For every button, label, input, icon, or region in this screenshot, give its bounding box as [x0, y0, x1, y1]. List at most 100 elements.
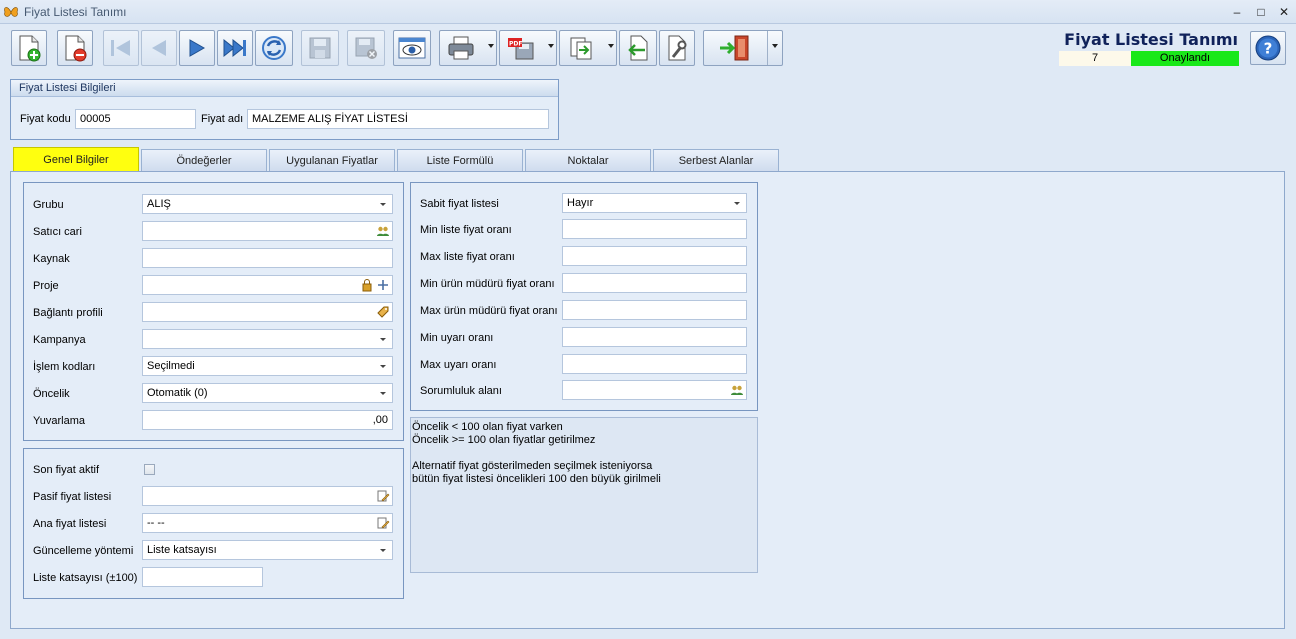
chevron-down-icon: [380, 549, 386, 552]
tab-liste-formulu[interactable]: Liste Formülü: [397, 149, 523, 171]
max-product-manager-ratio-field[interactable]: [562, 300, 747, 320]
last-record-button[interactable]: [217, 30, 253, 66]
people-icon[interactable]: [730, 383, 744, 397]
close-button[interactable]: ✕: [1272, 3, 1296, 21]
tools-button[interactable]: [659, 30, 695, 66]
export-icon: [570, 37, 592, 60]
group-value: ALIŞ: [147, 198, 171, 210]
rounding-field[interactable]: ,00: [142, 410, 393, 430]
project-label: Proje: [33, 280, 59, 292]
campaign-combo[interactable]: [142, 329, 393, 349]
save-and-close-button[interactable]: [347, 30, 385, 66]
fixed-price-list-combo[interactable]: Hayır: [562, 193, 747, 213]
operation-codes-combo[interactable]: Seçilmedi: [142, 356, 393, 376]
fixed-price-list-label: Sabit fiyat listesi: [420, 198, 499, 210]
tab-serbest-alanlar[interactable]: Serbest Alanlar: [653, 149, 779, 171]
window-title: Fiyat Listesi Tanımı: [24, 5, 127, 19]
max-product-manager-ratio-label: Max ürün müdürü fiyat oranı: [420, 305, 558, 317]
priority-value: Otomatik (0): [147, 387, 208, 399]
lock-icon[interactable]: [360, 278, 374, 292]
last-icon: [223, 38, 246, 58]
previous-record-button[interactable]: [141, 30, 177, 66]
max-warning-ratio-label: Max uyarı oranı: [420, 359, 497, 371]
min-product-manager-ratio-field[interactable]: [562, 273, 747, 293]
import-icon: [628, 35, 648, 61]
pdf-export-button[interactable]: PDF: [499, 30, 557, 66]
tab-genel-bilgiler[interactable]: Genel Bilgiler: [13, 147, 139, 172]
price-code-label: Fiyat kodu: [20, 113, 71, 125]
project-field[interactable]: [142, 275, 393, 295]
operation-codes-label: İşlem kodları: [33, 361, 96, 373]
main-price-list-field[interactable]: -- --: [142, 513, 393, 533]
toolbar-separator: [767, 31, 768, 65]
next-icon: [189, 39, 206, 57]
save-icon: [309, 37, 331, 59]
exit-button[interactable]: [703, 30, 783, 66]
plus-icon[interactable]: [376, 278, 390, 292]
chevron-down-icon: [380, 338, 386, 341]
min-warning-ratio-field[interactable]: [562, 327, 747, 347]
notes-panel: Öncelik < 100 olan fiyat varken Öncelik …: [410, 417, 758, 573]
tab-uygulanan-fiyatlar[interactable]: Uygulanan Fiyatlar: [269, 149, 395, 171]
people-icon[interactable]: [376, 224, 390, 238]
pdf-dropdown-arrow[interactable]: [548, 44, 554, 48]
note-line: bütün fiyat listesi öncelikleri 100 den …: [412, 473, 661, 485]
maximize-button[interactable]: □: [1249, 3, 1273, 21]
import-button[interactable]: [619, 30, 657, 66]
responsibility-area-label: Sorumluluk alanı: [420, 385, 502, 397]
chevron-down-icon: [380, 365, 386, 368]
exit-dropdown-arrow[interactable]: [772, 44, 778, 48]
preview-button[interactable]: [393, 30, 431, 66]
tag-icon[interactable]: [376, 305, 390, 319]
help-button[interactable]: ?: [1250, 31, 1286, 65]
max-warning-ratio-field[interactable]: [562, 354, 747, 374]
group-label: Grubu: [33, 199, 64, 211]
update-method-combo[interactable]: Liste katsayısı: [142, 540, 393, 560]
source-field[interactable]: [142, 248, 393, 268]
source-label: Kaynak: [33, 253, 70, 265]
last-price-active-checkbox[interactable]: [144, 464, 155, 475]
priority-combo[interactable]: Otomatik (0): [142, 383, 393, 403]
chevron-down-icon: [380, 392, 386, 395]
next-record-button[interactable]: [179, 30, 215, 66]
main-price-list-value: -- --: [147, 517, 165, 529]
rounding-label: Yuvarlama: [33, 415, 85, 427]
help-icon: ?: [1255, 35, 1281, 61]
print-button[interactable]: [439, 30, 497, 66]
list-coefficient-field[interactable]: [142, 567, 263, 587]
tab-noktalar[interactable]: Noktalar: [525, 149, 651, 171]
tools-icon: [668, 35, 687, 61]
first-record-button[interactable]: [103, 30, 139, 66]
connection-profile-label: Bağlantı profili: [33, 307, 103, 319]
svg-text:PDF: PDF: [509, 41, 522, 48]
print-dropdown-arrow[interactable]: [488, 44, 494, 48]
export-button[interactable]: [559, 30, 617, 66]
operation-codes-value: Seçilmedi: [147, 360, 195, 372]
supplier-field[interactable]: [142, 221, 393, 241]
delete-button[interactable]: [57, 30, 93, 66]
first-icon: [111, 40, 130, 56]
save-button[interactable]: [301, 30, 339, 66]
fixed-price-list-value: Hayır: [567, 197, 594, 209]
responsibility-area-field[interactable]: [562, 380, 747, 400]
pdf-icon: PDF: [508, 38, 534, 60]
refresh-button[interactable]: [255, 30, 293, 66]
connection-profile-field[interactable]: [142, 302, 393, 322]
edit-icon[interactable]: [376, 489, 390, 503]
group-title: Fiyat Listesi Bilgileri: [11, 80, 558, 97]
passive-price-list-field[interactable]: [142, 486, 393, 506]
max-list-price-ratio-label: Max liste fiyat oranı: [420, 251, 515, 263]
max-list-price-ratio-field[interactable]: [562, 246, 747, 266]
note-line: Öncelik >= 100 olan fiyatlar getirilmez: [412, 434, 596, 446]
export-dropdown-arrow[interactable]: [608, 44, 614, 48]
edit-icon[interactable]: [376, 516, 390, 530]
group-combo[interactable]: ALIŞ: [142, 194, 393, 214]
update-method-value: Liste katsayısı: [147, 544, 217, 556]
new-button[interactable]: [11, 30, 47, 66]
minimize-button[interactable]: –: [1225, 3, 1249, 21]
min-list-price-ratio-field[interactable]: [562, 219, 747, 239]
print-icon: [448, 36, 474, 60]
tab-ondegerler[interactable]: Öndeğerler: [141, 149, 267, 171]
price-code-field[interactable]: 00005: [75, 109, 196, 129]
price-name-field[interactable]: MALZEME ALIŞ FİYAT LİSTESİ: [247, 109, 549, 129]
